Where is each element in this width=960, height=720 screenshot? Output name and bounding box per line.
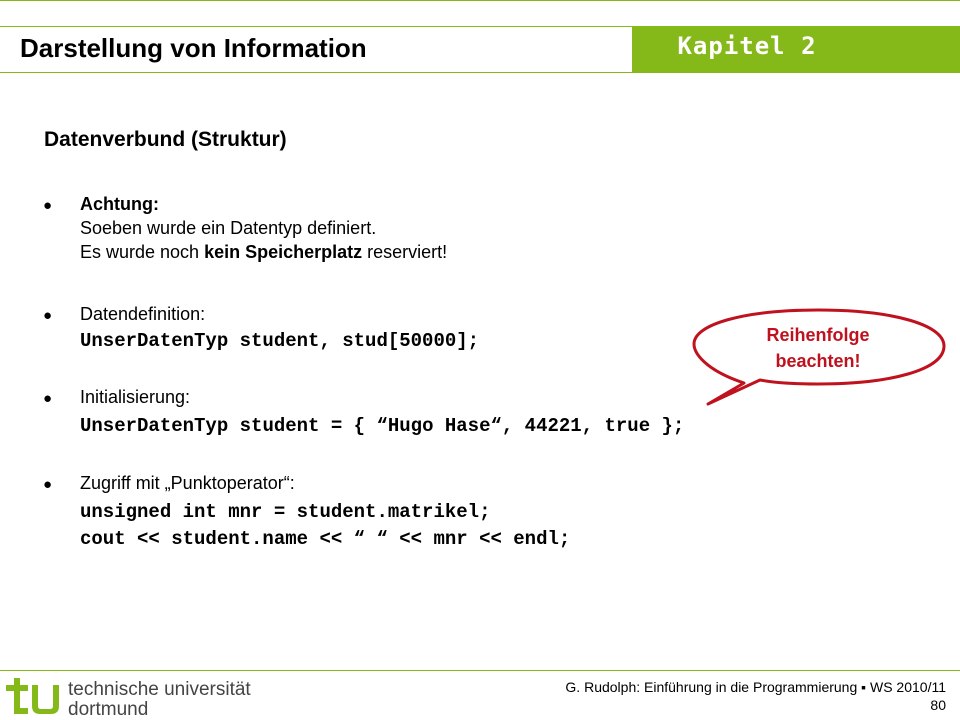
code-rest: student = { “Hugo Hase“, 44221, true }; xyxy=(239,415,685,437)
university-line-2: dortmund xyxy=(68,699,149,720)
header-top-line xyxy=(0,0,960,1)
footer-citation: G. Rudolph: Einführung in die Programmie… xyxy=(565,679,946,695)
callout-line-1: Reihenfolge xyxy=(766,325,870,345)
callout-line-2: beachten! xyxy=(775,351,861,371)
zugriff-code-1: unsigned int mnr = student.matrikel; xyxy=(80,501,491,523)
university-name: technische universität dortmund xyxy=(68,680,251,720)
zugriff-code-2: cout << student.name << “ “ << mnr << en… xyxy=(80,528,571,550)
footer-line xyxy=(0,670,960,671)
zugriff-label: Zugriff mit „Punktoperator“: xyxy=(80,473,295,493)
initialisierung-label: Initialisierung: xyxy=(80,387,191,407)
bullet-achtung-line1: Soeben wurde ein Datentyp definiert. xyxy=(80,218,377,238)
line2-bold: kein Speicherplatz xyxy=(204,242,363,262)
initialisierung-code: UnserDatenTyp student = { “Hugo Hase“, 4… xyxy=(80,415,684,437)
bullet-marker: ● xyxy=(43,390,53,407)
slide-title: Darstellung von Information xyxy=(20,33,367,63)
line2-pre: Es wurde noch xyxy=(80,242,205,262)
code-type: UnserDatenTyp xyxy=(80,415,229,437)
tu-logo-icon xyxy=(6,678,59,714)
achtung-label: Achtung: xyxy=(80,194,159,214)
bullet-achtung-heading: Achtung: xyxy=(80,194,159,215)
chapter-label: Kapitel 2 xyxy=(677,32,817,60)
bullet-marker: ● xyxy=(43,307,53,324)
section-title: Datenverbund (Struktur) xyxy=(44,128,287,151)
page-number: 80 xyxy=(930,697,946,713)
university-line-1: technische universität xyxy=(68,679,251,700)
datendefinition-code: UnserDatenTyp student, stud[50000]; xyxy=(80,330,480,352)
line2-post: reserviert! xyxy=(362,242,448,262)
callout-text: Reihenfolge beachten! xyxy=(700,322,936,374)
bullet-marker: ● xyxy=(43,476,53,493)
bullet-marker: ● xyxy=(43,197,53,214)
bullet-achtung-line2: Es wurde noch kein Speicherplatz reservi… xyxy=(80,242,447,263)
datendefinition-label: Datendefinition: xyxy=(80,304,206,324)
